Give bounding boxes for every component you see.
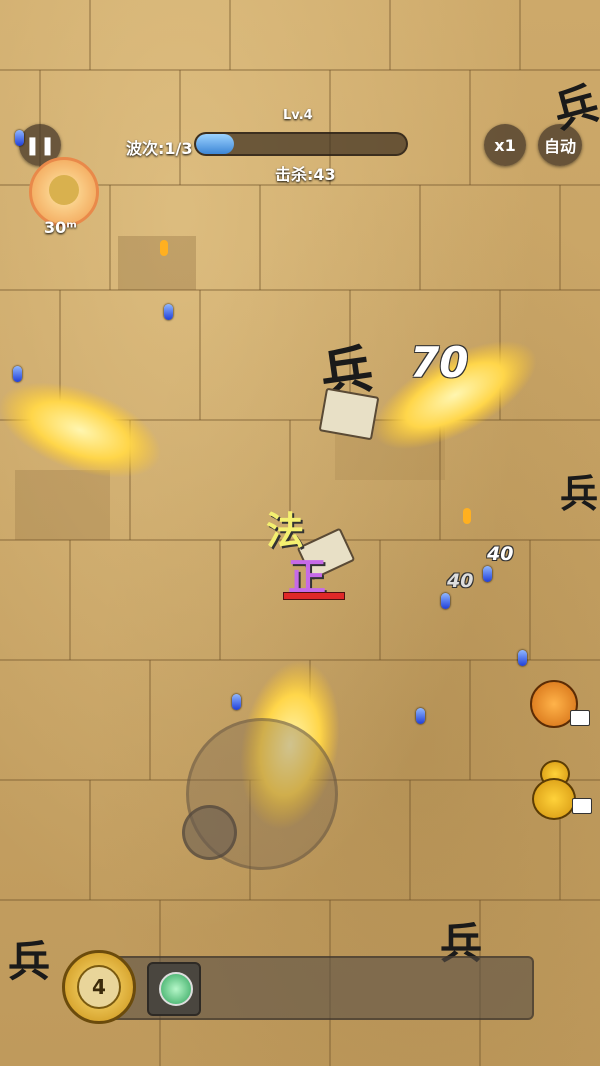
exp-gem xyxy=(441,593,450,609)
damage-number: 70 xyxy=(410,338,469,387)
magnifier-orb-icon xyxy=(159,972,193,1006)
wave-progress-bar xyxy=(194,132,408,156)
wave-label: 波次:1/3 xyxy=(126,139,193,158)
scroll-item-icon xyxy=(318,387,380,441)
exp-gem xyxy=(15,130,24,146)
pause-icon: ❚❚ xyxy=(24,134,56,156)
damage-number: 40 xyxy=(447,570,474,592)
gourd-powerup-button[interactable] xyxy=(530,758,592,820)
player-health-bar xyxy=(283,592,345,600)
gourd-body xyxy=(532,778,576,820)
exp-gem xyxy=(164,304,173,320)
food-powerup-button[interactable] xyxy=(528,672,590,732)
video-camera-icon xyxy=(572,798,592,814)
kills-label: 击杀:43 xyxy=(275,165,336,184)
speed-button[interactable]: x1 xyxy=(484,124,526,166)
fire-spark-icon xyxy=(160,240,168,256)
skill-slot-1[interactable] xyxy=(147,962,201,1016)
exp-gem xyxy=(518,650,527,666)
enemy-soldier: 兵 xyxy=(560,471,599,516)
video-camera-icon xyxy=(570,710,590,726)
level-label: Lv.4 xyxy=(283,108,313,123)
wave-progress-fill xyxy=(196,134,234,154)
fire-spark-icon xyxy=(463,508,471,524)
damage-number: 40 xyxy=(487,543,514,565)
virtual-joystick-knob[interactable] xyxy=(182,805,237,860)
exp-gem xyxy=(416,708,425,724)
enemy-soldier: 兵 xyxy=(8,937,51,986)
energy-count: 4 xyxy=(77,965,121,1009)
exp-gem xyxy=(13,366,22,382)
exp-gem xyxy=(232,694,241,710)
hero-figure-icon xyxy=(49,175,79,205)
energy-medallion[interactable]: 4 xyxy=(62,950,136,1024)
exp-gem xyxy=(483,566,492,582)
hero-portrait[interactable] xyxy=(29,157,99,227)
distance-label: 30ᵐ xyxy=(44,218,77,237)
